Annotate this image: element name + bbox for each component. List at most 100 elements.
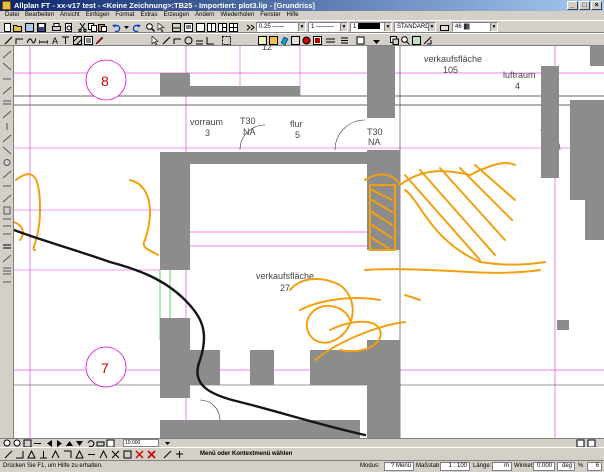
copy-icon[interactable] [88,23,97,32]
format-color-icon[interactable] [269,36,278,45]
zoom-value-field[interactable]: 10.000 [123,439,159,447]
left-tool-11-icon[interactable] [2,170,12,179]
dialog-tool-11-icon[interactable] [123,450,132,459]
spline-tool-icon[interactable] [27,36,36,45]
delete-icon[interactable] [147,450,156,459]
window-3-icon[interactable] [218,23,227,32]
print-preview-icon[interactable] [64,23,73,32]
left-tool-16-icon[interactable] [2,230,12,239]
left-tool-1-icon[interactable] [2,50,12,59]
save-icon[interactable] [37,23,46,32]
pen-tool-icon[interactable] [95,36,104,45]
menu-bearbeiten[interactable]: Bearbeiten [22,11,57,20]
maximize-button[interactable]: □ [579,1,590,10]
close-button[interactable]: × [591,1,602,10]
status-scale-value[interactable]: 1 : 100 [440,462,470,471]
open-drawing-icon[interactable] [25,23,34,32]
dialog-tool-10-icon[interactable] [111,450,120,459]
format-pattern-icon[interactable] [326,36,335,45]
rectangle-tool-icon[interactable] [15,36,24,45]
paste-icon[interactable] [98,23,107,32]
left-tool-8-icon[interactable] [2,134,12,143]
left-tool-6-icon[interactable] [2,110,12,119]
left-tool-17-icon[interactable] [2,242,12,251]
offset-tool-icon[interactable] [195,36,204,45]
format-pen-icon[interactable] [258,36,267,45]
left-tool-3-icon[interactable] [2,74,12,83]
format-style-icon[interactable] [340,36,349,45]
left-tool-20-icon[interactable] [2,278,12,287]
left-tool-18-icon[interactable] [2,254,12,263]
left-tool-14-icon[interactable] [2,206,12,215]
format-fill-icon[interactable] [280,36,289,45]
left-tool-2-icon[interactable] [2,62,12,71]
select-arrow-icon[interactable] [151,36,160,45]
layer-select[interactable]: STANDARD ▼ [394,22,436,32]
format-area-icon[interactable] [356,36,365,45]
dialog-tool-14-icon[interactable] [175,450,184,459]
menu-wiederholen[interactable]: Wiederholen [218,11,258,20]
dialog-tool-2-icon[interactable] [15,450,24,459]
window-1-icon[interactable] [196,23,205,32]
assistant-1-icon[interactable] [390,36,399,45]
cut-icon[interactable] [78,23,87,32]
format-view-icon[interactable] [313,36,322,45]
left-tool-19-icon[interactable] [2,266,12,275]
status-length-value[interactable]: m [492,462,512,471]
menu-format[interactable]: Format [112,11,137,20]
left-tool-9-icon[interactable] [2,146,12,155]
menu-hilfe[interactable]: Hilfe [284,11,302,20]
dialog-tool-5-icon[interactable] [51,450,60,459]
status-angle-unit[interactable]: deg [557,462,575,471]
format-layer-icon[interactable] [291,36,300,45]
menu-aendern[interactable]: Ändern [192,11,217,20]
menu-extras[interactable]: Extras [137,11,160,20]
drawing-canvas[interactable]: 8 7 12 verkaufsfläche 105 luftraum 4 vor… [14,46,604,438]
menu-ansicht[interactable]: Ansicht [57,11,83,20]
area-tool-icon[interactable] [222,36,231,45]
pen-thickness-select[interactable]: 0.25 —— ▼ [256,22,306,32]
left-tool-12-icon[interactable] [2,182,12,191]
assistant-2-icon[interactable] [401,36,410,45]
extend-tool-icon[interactable] [206,36,215,45]
format-redpen-icon[interactable] [302,36,311,45]
left-tool-4-icon[interactable] [2,86,12,95]
layer-icon[interactable] [172,23,181,32]
dialog-tool-6-icon[interactable] [63,450,72,459]
left-tool-7-icon[interactable] [2,122,12,131]
undo-icon[interactable] [112,23,121,32]
help-pointer-icon[interactable] [157,23,166,32]
dialog-tool-8-icon[interactable] [87,450,96,459]
new-file-icon[interactable] [3,23,12,32]
redo-icon[interactable] [132,23,141,32]
menu-datei[interactable]: Datei [2,11,22,20]
line-color-select[interactable]: 1 ▼ [350,22,392,32]
favorites-icon[interactable] [372,36,381,45]
zoom-icon[interactable] [146,23,155,32]
text-tool-icon[interactable]: A [51,36,60,45]
circle-tool-icon[interactable] [184,36,193,45]
pattern-tool-icon[interactable] [84,36,93,45]
undo-dropdown-icon[interactable] [122,23,131,32]
assistant-4-icon[interactable] [423,36,432,45]
pattern-select[interactable]: 46 |||||||||| ▼ [452,22,498,32]
dimension-tool-icon[interactable] [39,36,48,45]
dialog-tool-9-icon[interactable] [99,450,108,459]
polyline-icon[interactable] [173,36,182,45]
fileset-icon[interactable] [184,23,193,32]
line-draw-icon[interactable] [162,36,171,45]
assistant-3-icon[interactable] [412,36,421,45]
minimize-button[interactable]: _ [567,1,578,10]
dialog-tool-7-icon[interactable] [75,450,84,459]
dialog-tool-3-icon[interactable] [27,450,36,459]
dialog-tool-13-icon[interactable] [163,450,172,459]
left-tool-13-icon[interactable] [2,194,12,203]
left-tool-10-icon[interactable] [2,158,12,167]
line-tool-icon[interactable] [4,36,13,45]
line-type-select[interactable]: 1 ——— ▼ [308,22,348,32]
left-tool-5-icon[interactable] [2,98,12,107]
menu-fenster[interactable]: Fenster [257,11,283,20]
dialog-tool-12-icon[interactable] [135,450,144,459]
print-icon[interactable] [52,23,61,32]
dialog-tool-4-icon[interactable] [39,450,48,459]
